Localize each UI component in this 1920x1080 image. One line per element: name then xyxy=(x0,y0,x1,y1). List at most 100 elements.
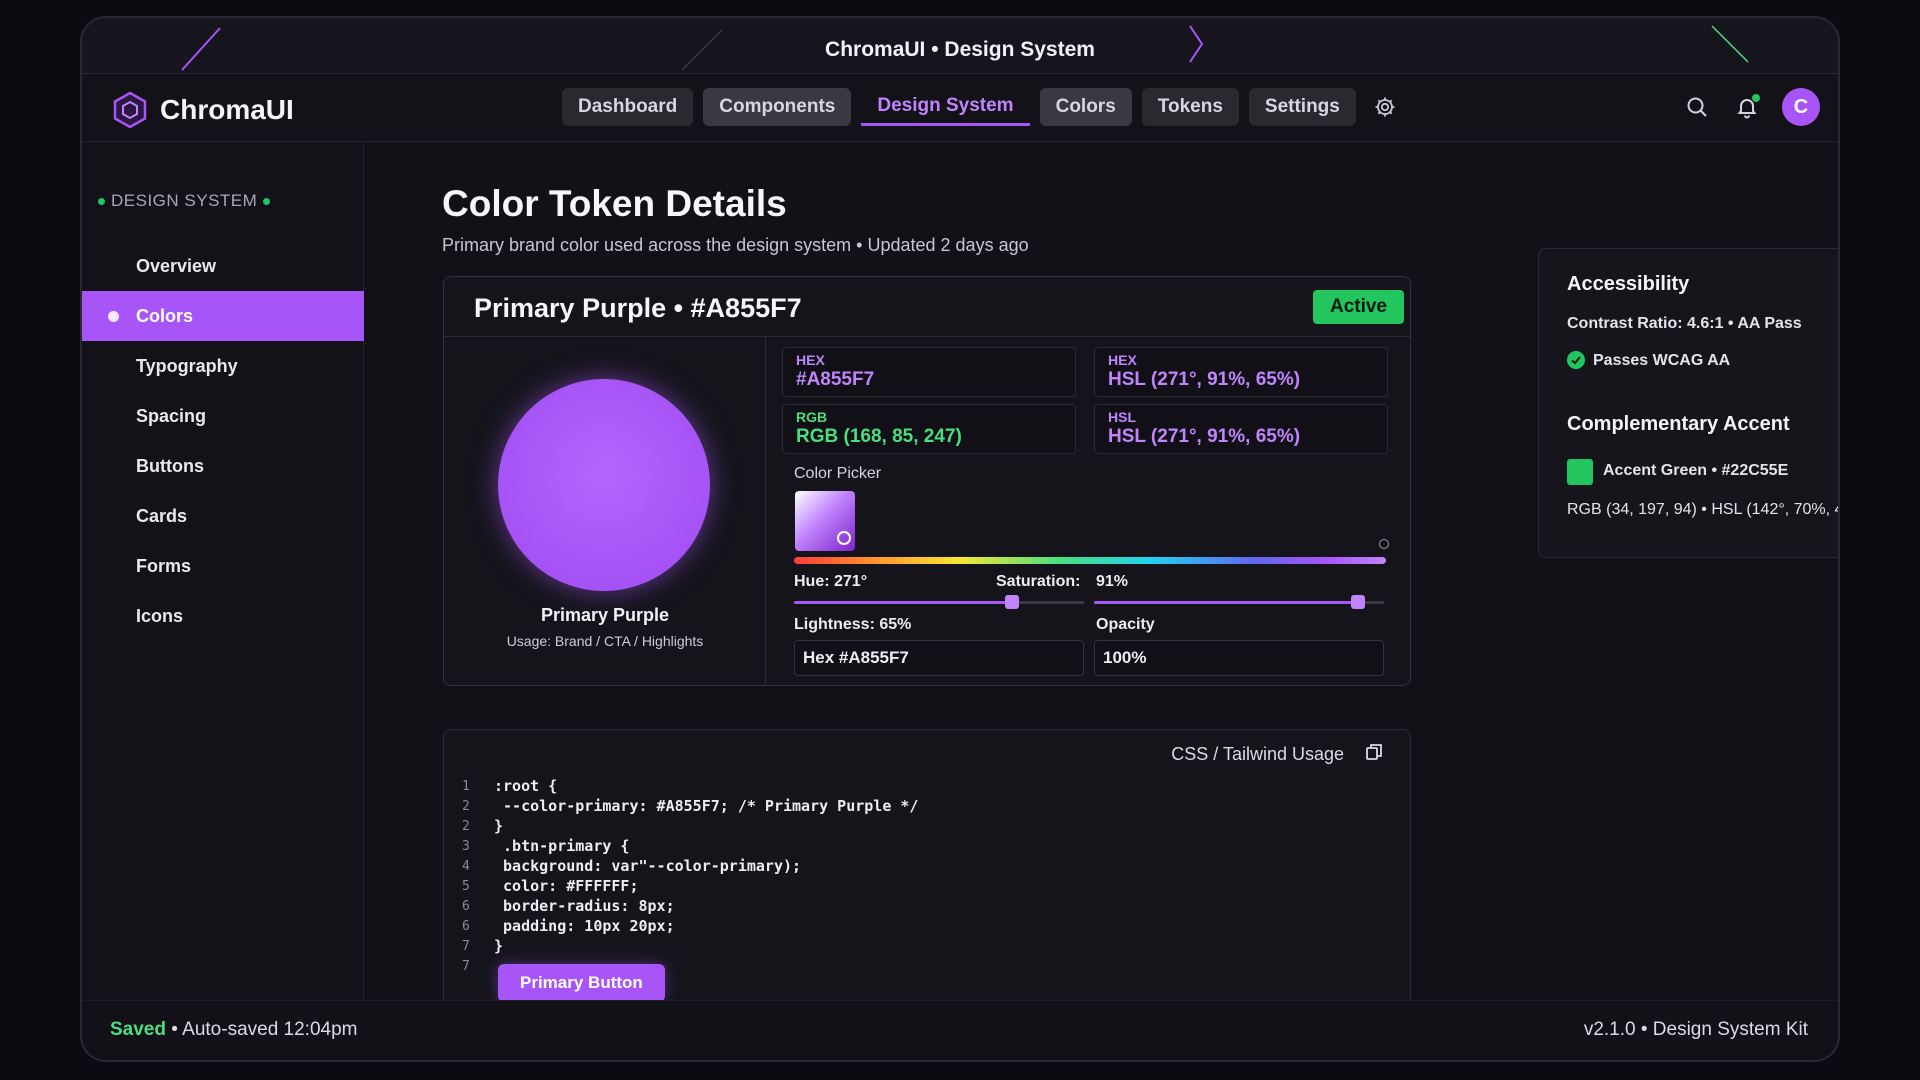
tab-components[interactable]: Components xyxy=(703,88,852,126)
lightness-label: Lightness: 65% xyxy=(794,616,912,633)
accent-values: RGB (34, 197, 94) • HSL (142°, 70%, 45%) xyxy=(1567,501,1838,518)
sidebar-item-buttons[interactable]: Buttons xyxy=(82,441,364,491)
sidebar-item-icons[interactable]: Icons xyxy=(82,591,364,641)
code-line: 6 padding: 10px 20px; xyxy=(462,916,918,936)
line-number: 1 xyxy=(462,778,470,794)
hex-input[interactable]: Hex #A855F7 xyxy=(794,640,1084,676)
value-label: HEX xyxy=(796,352,825,368)
hue-end-marker xyxy=(1379,539,1389,549)
code-line: 2 --color-primary: #A855F7; /* Primary P… xyxy=(462,796,918,816)
code-text: } xyxy=(494,817,504,835)
rgb-value-box[interactable]: RGB RGB (168, 85, 247) xyxy=(782,404,1076,454)
saturation-label: Saturation: xyxy=(996,573,1081,590)
code-line: 5 color: #FFFFFF; xyxy=(462,876,918,896)
line-number: 7 xyxy=(462,958,470,974)
sidebar-item-colors[interactable]: Colors xyxy=(82,291,364,341)
code-text: .btn-primary { xyxy=(494,837,630,855)
swatch-panel: Primary Purple Usage: Brand / CTA / High… xyxy=(444,337,766,685)
saturation-slider[interactable] xyxy=(1094,595,1384,609)
hue-slider[interactable] xyxy=(794,595,1084,609)
accent-swatch xyxy=(1567,459,1593,485)
swatch-name: Primary Purple xyxy=(540,605,670,625)
code-header-label: CSS / Tailwind Usage xyxy=(1171,744,1344,764)
copy-icon[interactable] xyxy=(1364,742,1384,767)
primary-button-preview[interactable]: Primary Button xyxy=(498,964,665,1002)
value-text: RGB (168, 85, 247) xyxy=(796,426,962,447)
line-number: 7 xyxy=(462,938,470,954)
sidebar-item-typography[interactable]: Typography xyxy=(82,341,364,391)
hue-spectrum-bar[interactable] xyxy=(794,557,1386,564)
code-line: 3 .btn-primary { xyxy=(462,836,918,856)
opacity-label: Opacity xyxy=(1096,616,1155,633)
hue-label: Hue: 271° xyxy=(794,573,868,590)
page-title: Color Token Details xyxy=(442,183,787,224)
line-number: 5 xyxy=(462,878,470,894)
code-line: 2} xyxy=(462,816,918,836)
notification-dot xyxy=(1752,94,1760,102)
tab-settings[interactable]: Settings xyxy=(1248,88,1356,126)
value-text: HSL (271°, 91%, 65%) xyxy=(1108,369,1301,390)
app-window: ChromaUI • Design System ChromaUI Dashbo… xyxy=(80,16,1840,1062)
avatar[interactable]: C xyxy=(1782,88,1820,126)
saturation-slider-thumb[interactable] xyxy=(1351,595,1365,609)
accessibility-panel: Accessibility Contrast Ratio: 4.6:1 • AA… xyxy=(1538,248,1838,558)
line-number: 6 xyxy=(462,918,470,934)
code-line: 1 :root { xyxy=(462,776,918,796)
status-dot-icon xyxy=(263,197,271,205)
value-text: HSL (271°, 91%, 65%) xyxy=(1108,426,1301,447)
status-separator: • xyxy=(171,1019,183,1040)
code-text: background: var"--color-primary); xyxy=(494,857,802,875)
tab-dashboard[interactable]: Dashboard xyxy=(562,88,694,126)
hsl-value-box-2[interactable]: HSL HSL (271°, 91%, 65%) xyxy=(1094,404,1388,454)
sidebar-list: Overview Colors Typography Spacing Butto… xyxy=(82,241,364,641)
tab-colors[interactable]: Colors xyxy=(1039,88,1132,126)
sidebar-item-cards[interactable]: Cards xyxy=(82,491,364,541)
hsl-value-box[interactable]: HEX HSL (271°, 91%, 65%) xyxy=(1094,347,1388,397)
code-block[interactable]: 1 :root {2 --color-primary: #A855F7; /* P… xyxy=(462,776,918,976)
hue-slider-thumb[interactable] xyxy=(1005,595,1019,609)
gear-icon[interactable] xyxy=(1366,88,1404,126)
status-bar: Saved • Auto-saved 12:04pm v2.1.0 • Desi… xyxy=(82,1000,1838,1060)
code-line: 4 background: var"--color-primary); xyxy=(462,856,918,876)
code-usage-card: CSS / Tailwind Usage 1 :root {2 --color-p… xyxy=(443,729,1411,1029)
code-line: 7} xyxy=(462,936,918,956)
search-icon[interactable] xyxy=(1682,92,1712,122)
main-content: Color Token Details Primary brand color … xyxy=(365,143,1838,1029)
code-header: CSS / Tailwind Usage xyxy=(1171,742,1384,767)
color-picker-label: Color Picker xyxy=(794,465,882,482)
code-text: color: #FFFFFF; xyxy=(494,877,639,895)
app-logo[interactable]: ChromaUI xyxy=(110,90,294,130)
line-number: 4 xyxy=(462,858,470,874)
color-picker-square[interactable] xyxy=(795,491,855,551)
code-text: :root { xyxy=(494,777,558,795)
picker-knob[interactable] xyxy=(837,531,851,545)
tab-tokens[interactable]: Tokens xyxy=(1141,88,1239,126)
line-number: 3 xyxy=(462,838,470,854)
app-name: ChromaUI xyxy=(160,94,294,125)
window-titlebar: ChromaUI • Design System xyxy=(82,18,1838,74)
page-subtitle: Primary brand color used across the desi… xyxy=(442,235,1029,255)
saved-label: Saved xyxy=(110,1019,166,1040)
accent-name: Accent Green • #22C55E xyxy=(1603,462,1789,479)
window-title: ChromaUI • Design System xyxy=(825,38,1095,61)
status-badge: Active xyxy=(1312,290,1404,324)
line-number: 2 xyxy=(462,798,470,814)
bell-icon[interactable] xyxy=(1732,92,1762,122)
code-text: border-radius: 8px; xyxy=(494,897,675,915)
opacity-input[interactable]: 100% xyxy=(1094,640,1384,676)
sidebar-item-spacing[interactable]: Spacing xyxy=(82,391,364,441)
color-swatch xyxy=(498,379,710,591)
code-text: } xyxy=(494,937,504,955)
color-token-card: Primary Purple • #A855F7 Active Primary … xyxy=(443,276,1411,686)
tab-design-system[interactable]: Design System xyxy=(861,88,1030,126)
complementary-title: Complementary Accent xyxy=(1567,413,1790,435)
autosave-label: Auto-saved 12:04pm xyxy=(182,1019,358,1040)
hue-slider-fill xyxy=(794,601,1012,604)
sidebar-item-overview[interactable]: Overview xyxy=(82,241,364,291)
hex-value-box[interactable]: HEX #A855F7 xyxy=(782,347,1076,397)
value-label: HSL xyxy=(1108,409,1136,425)
token-name: Primary Purple • #A855F7 xyxy=(474,293,802,323)
sidebar-heading: DESIGN SYSTEM xyxy=(98,191,271,211)
value-label: HEX xyxy=(1108,352,1137,368)
sidebar-item-forms[interactable]: Forms xyxy=(82,541,364,591)
